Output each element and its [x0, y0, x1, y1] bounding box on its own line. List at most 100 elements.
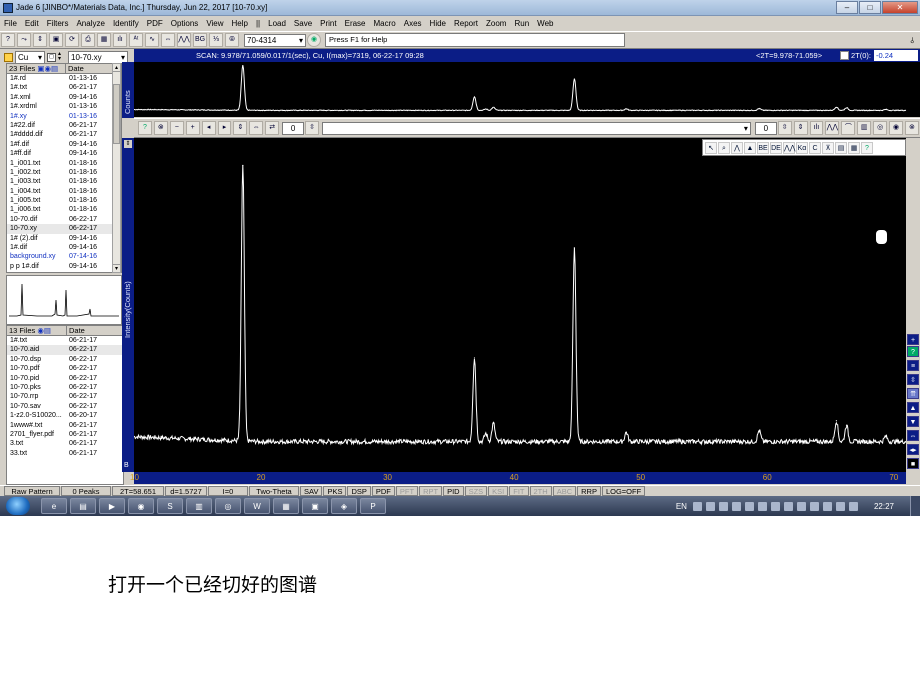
file-list-row[interactable]: 1#22.dif 06-21-17: [7, 121, 121, 130]
file-list-row[interactable]: 1#dddd.dif 06-21-17: [7, 130, 121, 139]
overlay-select[interactable]: ▾: [321, 121, 751, 135]
taskbar-app-2[interactable]: ▶: [99, 498, 125, 514]
toolbar-button-12[interactable]: BG: [193, 33, 207, 47]
minus-icon[interactable]: −: [169, 121, 184, 135]
taskbar-app-4[interactable]: S: [157, 498, 183, 514]
taskbar-app-1[interactable]: ▤: [70, 498, 96, 514]
toolbar-button-4[interactable]: ⟳: [65, 33, 79, 47]
stop-square-icon[interactable]: ■: [907, 458, 919, 469]
menu-item-9[interactable]: ||: [252, 19, 264, 28]
fit-icon[interactable]: ⇔: [249, 121, 264, 135]
up-down-icon[interactable]: ⇳: [777, 121, 792, 135]
toolbar-button-10[interactable]: ⇔: [161, 33, 175, 47]
color-icon[interactable]: ▦: [848, 141, 860, 154]
taskbar-app-10[interactable]: ◈: [331, 498, 357, 514]
two-theta-zero-value[interactable]: -0.24: [874, 50, 918, 61]
overlay-spin-2[interactable]: 0: [754, 121, 777, 135]
toolbar-button-14[interactable]: ⦾: [225, 33, 239, 47]
file-list-row[interactable]: background.xy 07-14-16: [7, 252, 121, 261]
toolbar-button-8[interactable]: ᴬᵗ: [129, 33, 143, 47]
ruler-icon[interactable]: ⊼: [822, 141, 834, 154]
folder-icon[interactable]: [4, 53, 13, 62]
file-list-row[interactable]: 10-70.aid 06-22-17: [7, 345, 123, 355]
files-column-header-2[interactable]: 13 Files ◉▤: [7, 326, 67, 335]
toolbar-button-2[interactable]: ⇕: [33, 33, 47, 47]
pdf-number-combo[interactable]: 70-4314 ▾: [244, 33, 306, 47]
toolbar-button-13[interactable]: ⅓: [209, 33, 223, 47]
file-list-row[interactable]: 1_i003.txt 01-18-16: [7, 177, 121, 186]
minimize-button[interactable]: –: [836, 1, 858, 14]
help-icon-3[interactable]: ?: [907, 346, 919, 357]
left-right-icon[interactable]: ⇔: [907, 430, 919, 441]
tray-icon-1[interactable]: [692, 501, 702, 511]
file-list-row[interactable]: 1_i006.txt 01-18-16: [7, 205, 121, 214]
taskbar-app-9[interactable]: ▣: [302, 498, 328, 514]
status-item-10[interactable]: PFT: [395, 486, 419, 496]
plus-icon[interactable]: +: [185, 121, 200, 135]
menu-item-12[interactable]: Print: [316, 19, 340, 28]
help-icon-2[interactable]: ?: [861, 141, 873, 154]
file-list-row[interactable]: 1_i001.txt 01-18-16: [7, 159, 121, 168]
taskbar-app-8[interactable]: ▦: [273, 498, 299, 514]
expand-y-icon[interactable]: ≡: [907, 360, 919, 371]
pattern-thumbnail[interactable]: [6, 275, 122, 325]
file-list-row[interactable]: 1_i002.txt 01-18-16: [7, 168, 121, 177]
target-icon[interactable]: ◎: [873, 121, 888, 135]
file-list-row[interactable]: 10-70.dif 06-22-17: [7, 215, 121, 224]
menu-item-4[interactable]: Identify: [109, 19, 143, 28]
tray-icon-10[interactable]: [809, 501, 819, 511]
file-list-row[interactable]: 1#.xy 01-13-16: [7, 112, 121, 121]
cursor-icon[interactable]: ↖: [705, 141, 717, 154]
file-list-row[interactable]: 1#ff.dif 09-14-16: [7, 149, 121, 158]
status-item-8[interactable]: DSP: [347, 486, 371, 496]
tray-icon-2[interactable]: [705, 501, 715, 511]
close-button[interactable]: ✕: [882, 1, 918, 14]
taskbar-app-7[interactable]: W: [244, 498, 270, 514]
tray-icon-5[interactable]: [744, 501, 754, 511]
menu-item-3[interactable]: Analyze: [72, 19, 108, 28]
pattern-plot[interactable]: [133, 138, 907, 472]
up-icon[interactable]: ⇈: [907, 388, 919, 399]
date-column-header-2[interactable]: Date: [67, 326, 123, 335]
reset-icon[interactable]: ⊗: [153, 121, 168, 135]
show-desktop-button[interactable]: [910, 496, 920, 516]
file-list-row[interactable]: 1#f.dif 09-14-16: [7, 140, 121, 149]
help-icon[interactable]: ?: [138, 121, 152, 135]
status-item-7[interactable]: PKS: [323, 486, 347, 496]
expand-icon[interactable]: ⇕: [233, 121, 248, 135]
taskbar-app-6[interactable]: ◎: [215, 498, 241, 514]
file-list-row[interactable]: 10-70.dsp 06-22-17: [7, 355, 123, 364]
menu-item-11[interactable]: Save: [290, 19, 316, 28]
status-item-18[interactable]: RRP: [577, 486, 601, 496]
tray-icon-11[interactable]: [822, 501, 832, 511]
toolbar-button-7[interactable]: ılı: [113, 33, 127, 47]
menu-item-17[interactable]: Report: [450, 19, 482, 28]
filter-icon[interactable]: ⇕: [793, 121, 808, 135]
menu-item-2[interactable]: Filters: [43, 19, 73, 28]
status-item-9[interactable]: PDF: [371, 486, 395, 496]
taskbar-app-11[interactable]: P: [360, 498, 386, 514]
files-column-header[interactable]: 23 Files ▣◉▤: [7, 64, 66, 73]
menu-item-20[interactable]: Web: [533, 19, 557, 28]
status-item-14[interactable]: KSI: [488, 486, 509, 496]
record-icon[interactable]: ◉: [889, 121, 903, 135]
tray-icon-6[interactable]: [757, 501, 767, 511]
menu-item-5[interactable]: PDF: [143, 19, 167, 28]
tray-icon-8[interactable]: [783, 501, 793, 511]
status-item-13[interactable]: SZS: [464, 486, 488, 496]
step-icon[interactable]: ⇄: [265, 121, 280, 135]
status-item-19[interactable]: LOG=OFF: [601, 486, 646, 496]
scale-icon[interactable]: ⇳: [907, 374, 919, 385]
toolbar-button-6[interactable]: ▦: [97, 33, 111, 47]
flag-icon[interactable]: [848, 501, 858, 511]
status-item-17[interactable]: ABC: [552, 486, 577, 496]
tray-icon-4[interactable]: [731, 501, 741, 511]
file-list-row[interactable]: 10-70.xy 06-22-17: [7, 224, 121, 234]
file-list-row[interactable]: 1www#.txt 06-21-17: [7, 421, 123, 430]
shift-icon[interactable]: ◂▸: [907, 444, 919, 455]
file-list-row[interactable]: 10-70.sav 06-22-17: [7, 402, 123, 411]
menu-item-19[interactable]: Run: [510, 19, 533, 28]
file-list-row[interactable]: 2701_flyer.pdf 06-21-17: [7, 430, 123, 439]
file-list-row[interactable]: 1#.dif 09-14-16: [7, 243, 121, 252]
up-arrow-icon[interactable]: ▲: [907, 402, 919, 413]
